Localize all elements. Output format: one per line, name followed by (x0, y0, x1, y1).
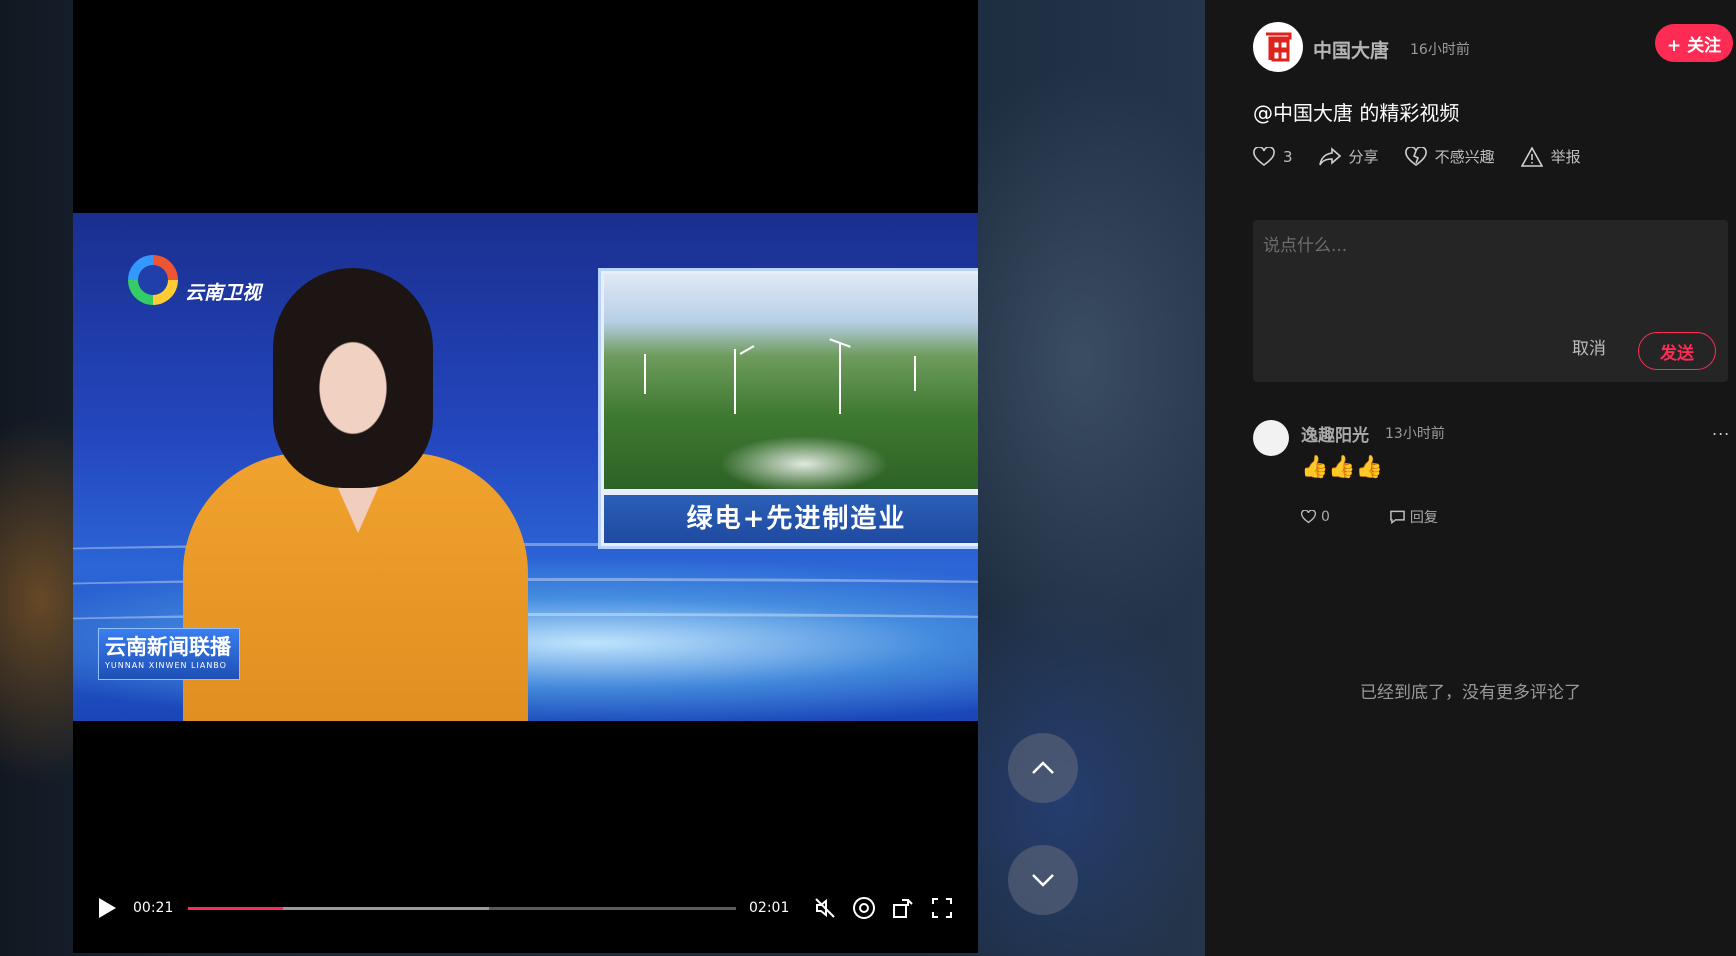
chevron-up-icon (1032, 761, 1054, 774)
reply-label: 回复 (1409, 510, 1438, 526)
comment-time: 13小时前 (1385, 426, 1445, 442)
progress-played (188, 907, 284, 910)
comment-like-button[interactable]: 0 (1301, 509, 1330, 525)
previous-video-button[interactable] (1008, 733, 1078, 803)
share-label: 分享 (1348, 148, 1379, 166)
share-button[interactable]: 分享 (1318, 146, 1379, 167)
like-count: 3 (1283, 147, 1293, 166)
more-options-button[interactable]: ... (1712, 420, 1730, 439)
turbine-shape (839, 344, 841, 414)
comment-text: 👍👍👍 (1301, 455, 1384, 480)
report-label: 举报 (1550, 148, 1581, 166)
not-interested-button[interactable]: 不感兴趣 (1404, 146, 1495, 167)
not-interested-label: 不感兴趣 (1434, 148, 1495, 166)
end-of-comments-note: 已经到底了，没有更多评论了 (1360, 683, 1581, 703)
video-controls: 00:21 02:01 (73, 888, 978, 928)
share-icon (1318, 146, 1341, 165)
channel-logo (128, 255, 178, 305)
news-program-badge: 云南新闻联播 YUNNAN XINWEN LIANBO (98, 628, 240, 680)
next-video-button[interactable] (1008, 845, 1078, 915)
turbine-shape (644, 354, 646, 394)
play-icon (99, 898, 116, 918)
post-caption: @中国大唐 的精彩视频 (1253, 101, 1460, 125)
comment-composer: 取消 发送 (1253, 220, 1728, 382)
warning-icon (1520, 146, 1543, 167)
video-stage: 云南卫视 绿电+先进制造业 云南新闻联播 YUNNAN XINWEN LIANB… (0, 0, 1205, 956)
video-frame: 云南卫视 绿电+先进制造业 云南新闻联播 YUNNAN XINWEN LIANB… (73, 213, 978, 721)
cancel-button[interactable]: 取消 (1572, 330, 1606, 368)
report-button[interactable]: 举报 (1520, 146, 1581, 167)
post-time: 16小时前 (1410, 42, 1470, 58)
heart-icon (1253, 146, 1275, 166)
duration-time: 02:01 (749, 900, 790, 916)
fullscreen-icon (932, 898, 952, 918)
follow-button[interactable]: + 关注 (1655, 24, 1733, 62)
news-anchor-head (273, 268, 433, 488)
settings-icon (853, 897, 875, 919)
current-time: 00:21 (133, 900, 174, 916)
turbine-shape (914, 356, 916, 391)
like-button[interactable]: 3 (1253, 146, 1293, 167)
channel-name: 云南卫视 (185, 282, 262, 304)
comment-actions: 0 回复 (1301, 507, 1438, 527)
chevron-down-icon (1032, 874, 1054, 887)
inset-caption: 绿电+先进制造业 (604, 495, 978, 543)
fullscreen-button[interactable] (930, 888, 954, 928)
commenter-avatar[interactable] (1253, 420, 1289, 456)
send-button[interactable]: 发送 (1638, 332, 1716, 370)
author-avatar[interactable] (1253, 22, 1303, 72)
comment-panel: 中国大唐 16小时前 + 关注 @中国大唐 的精彩视频 3 分享 不感兴趣 举报… (1205, 0, 1736, 956)
reply-icon (1390, 510, 1405, 524)
rotate-icon (893, 899, 913, 918)
turbine-shape (734, 349, 736, 414)
datang-logo-icon (1266, 32, 1292, 62)
picture-setting-button[interactable] (851, 888, 877, 928)
news-badge-subtitle: YUNNAN XINWEN LIANBO (105, 661, 227, 670)
comment-input[interactable] (1253, 220, 1728, 272)
comment-like-count: 0 (1321, 509, 1330, 525)
reply-button[interactable]: 回复 (1390, 507, 1438, 527)
speaker-muted-icon (815, 898, 835, 918)
inset-panel: 绿电+先进制造业 (598, 268, 978, 549)
author-name[interactable]: 中国大唐 (1313, 36, 1389, 63)
rotate-button[interactable] (891, 888, 915, 928)
turbine-blade (739, 345, 755, 355)
news-badge-title: 云南新闻联播 (105, 635, 231, 659)
video-player[interactable]: 云南卫视 绿电+先进制造业 云南新闻联播 YUNNAN XINWEN LIANB… (73, 0, 978, 953)
play-button[interactable] (97, 888, 117, 928)
heart-icon (1301, 510, 1316, 524)
wind-farm-image (604, 274, 978, 489)
progress-bar[interactable] (188, 907, 736, 910)
broken-heart-icon (1404, 146, 1427, 166)
post-actions: 3 分享 不感兴趣 举报 (1253, 146, 1607, 167)
mute-button[interactable] (813, 888, 837, 928)
commenter-name[interactable]: 逸趣阳光 (1301, 421, 1369, 446)
